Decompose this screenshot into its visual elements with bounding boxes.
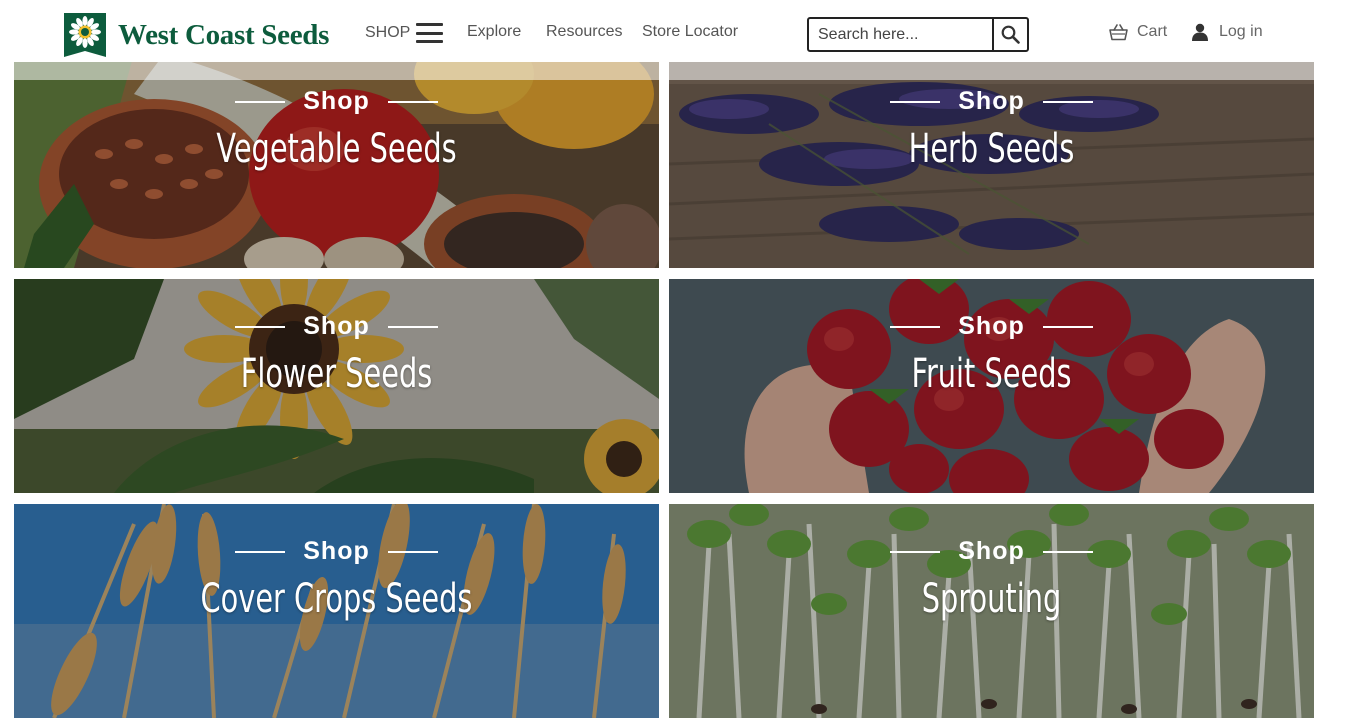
category-tile-fruit-seeds[interactable]: Shop Fruit Seeds	[669, 279, 1314, 493]
divider-line	[890, 325, 941, 328]
divider-line	[235, 100, 286, 103]
brand-name: West Coast Seeds	[118, 18, 330, 51]
user-icon	[1192, 23, 1208, 41]
divider-line	[1042, 325, 1093, 328]
sunflower-logo-icon	[64, 13, 106, 57]
nav-explore-link[interactable]: Explore	[467, 23, 521, 41]
tile-title: Herb Seeds	[908, 126, 1075, 172]
basket-icon	[1109, 23, 1128, 40]
tile-kicker: Shop	[958, 537, 1025, 565]
category-tile-flower-seeds[interactable]: Shop Flower Seeds	[14, 279, 659, 493]
divider-line	[1042, 100, 1093, 103]
category-tile-cover-crops-seeds[interactable]: Shop Cover Crops Seeds	[14, 504, 659, 718]
nav-resources-link[interactable]: Resources	[546, 23, 622, 41]
tile-shop-heading: Shop	[14, 537, 659, 566]
divider-line	[890, 550, 941, 553]
divider-line	[387, 550, 438, 553]
tile-title: Cover Crops Seeds	[200, 576, 473, 622]
tile-shop-heading: Shop	[669, 312, 1314, 341]
tile-kicker: Shop	[303, 87, 370, 115]
tile-title: Sprouting	[921, 576, 1062, 622]
tile-kicker: Shop	[303, 312, 370, 340]
tile-title: Vegetable Seeds	[216, 126, 457, 172]
cart-label: Cart	[1137, 23, 1168, 40]
divider-line	[387, 100, 438, 103]
cart-link[interactable]: Cart	[1109, 23, 1167, 41]
tile-shop-heading: Shop	[14, 312, 659, 341]
tile-title: Flower Seeds	[240, 351, 433, 397]
search-button[interactable]	[992, 19, 1027, 50]
search-icon	[1001, 25, 1020, 44]
category-tile-vegetable-seeds[interactable]: Shop Vegetable Seeds	[14, 54, 659, 268]
tile-shop-heading: Shop	[669, 537, 1314, 566]
nav-shop-label: SHOP	[365, 24, 411, 41]
hamburger-menu-icon	[416, 23, 444, 43]
divider-line	[1042, 550, 1093, 553]
category-tile-herb-seeds[interactable]: Shop Herb Seeds	[669, 54, 1314, 268]
divider-line	[387, 325, 438, 328]
divider-line	[235, 550, 286, 553]
login-link[interactable]: Log in	[1191, 23, 1263, 41]
divider-line	[890, 100, 941, 103]
brand-logo[interactable]: West Coast Seeds	[64, 13, 329, 57]
login-label: Log in	[1219, 23, 1263, 40]
nav-store-locator-link[interactable]: Store Locator	[642, 23, 738, 41]
tile-shop-heading: Shop	[669, 87, 1314, 116]
search-box	[807, 17, 1029, 52]
tile-title: Fruit Seeds	[911, 351, 1072, 397]
nav-shop-menu[interactable]: SHOP	[365, 23, 444, 43]
divider-line	[235, 325, 286, 328]
category-tile-sprouting[interactable]: Shop Sprouting	[669, 504, 1314, 718]
site-header: West Coast Seeds SHOP Explore Resources …	[0, 0, 1351, 62]
tile-kicker: Shop	[958, 312, 1025, 340]
search-input[interactable]	[809, 19, 992, 50]
tile-shop-heading: Shop	[14, 87, 659, 116]
tile-kicker: Shop	[958, 87, 1025, 115]
tile-kicker: Shop	[303, 537, 370, 565]
